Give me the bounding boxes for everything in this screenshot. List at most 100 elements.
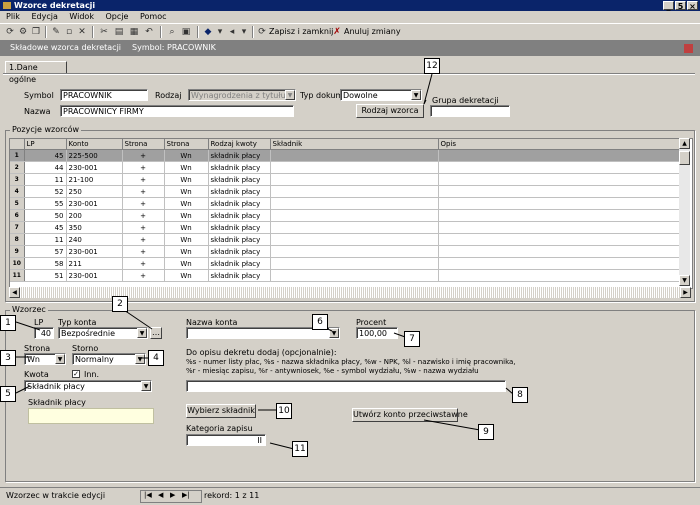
cell-kind[interactable]: składnik płacy <box>208 161 271 174</box>
undo-changes-icon[interactable]: ✗ <box>331 26 343 38</box>
cell-kind[interactable]: składnik płacy <box>208 257 271 270</box>
table-row[interactable]: 8 11 240 + Wn składnik płacy <box>10 233 681 246</box>
account-type-select[interactable]: Bezpośrednie ▼ <box>58 327 148 339</box>
refresh-icon[interactable]: ⟳ <box>4 26 16 38</box>
entry-category-input[interactable]: II <box>186 434 266 446</box>
table-row[interactable]: 3 11 21-100 + Wn składnik płacy <box>10 173 681 186</box>
cell-kind[interactable]: składnik płacy <box>208 197 271 210</box>
column-header-kind[interactable]: Rodzaj kwoty <box>208 139 271 150</box>
cell-lp[interactable]: 55 <box>24 197 67 210</box>
cell-component[interactable] <box>270 257 439 270</box>
cell-account[interactable]: 240 <box>66 233 123 246</box>
cell-component[interactable] <box>270 197 439 210</box>
save-and-close-button[interactable]: Zapisz i zamknij <box>269 27 333 37</box>
previous-record-icon[interactable]: ◂ <box>226 26 238 38</box>
cell-side[interactable]: Wn <box>164 233 209 246</box>
first-record-icon[interactable]: |◀ <box>144 491 152 499</box>
row-indicator[interactable]: 11 <box>10 269 25 282</box>
prev-record-icon[interactable]: ◀ <box>158 491 163 499</box>
undo-icon[interactable]: ↶ <box>143 26 155 38</box>
side-select[interactable]: Wn ▼ <box>24 353 66 365</box>
cell-description[interactable] <box>438 197 681 210</box>
table-row[interactable]: 9 57 230-001 + Wn składnik płacy <box>10 245 681 258</box>
cell-component[interactable] <box>270 173 439 186</box>
cell-description[interactable] <box>438 185 681 198</box>
delete-icon[interactable]: ✕ <box>76 26 88 38</box>
cell-description[interactable] <box>438 257 681 270</box>
table-row[interactable]: 4 52 250 + Wn składnik płacy <box>10 185 681 198</box>
cell-sign[interactable]: + <box>122 161 165 174</box>
copy-icon[interactable]: ❐ <box>30 26 42 38</box>
cell-lp[interactable]: 11 <box>24 173 67 186</box>
cell-kind[interactable]: składnik płacy <box>208 269 271 282</box>
pick-component-button[interactable]: Wybierz składnik <box>186 404 256 418</box>
row-indicator[interactable]: 9 <box>10 245 25 258</box>
paste-icon[interactable]: ▤ <box>113 26 125 38</box>
tab-general[interactable]: 1.Dane ogólne <box>5 61 67 84</box>
storno-select[interactable]: Normalny ▼ <box>72 353 146 365</box>
cell-sign[interactable]: + <box>122 149 165 162</box>
chevron-down-icon[interactable]: ▾ <box>238 26 250 38</box>
cell-account[interactable]: 200 <box>66 209 123 222</box>
cell-component[interactable] <box>270 245 439 258</box>
form-close-icon[interactable] <box>684 44 693 53</box>
kind-button[interactable]: Rodzaj wzorca <box>356 104 424 118</box>
print-preview-icon[interactable]: ▣ <box>180 26 192 38</box>
table-row[interactable]: 6 50 200 + Wn składnik płacy <box>10 209 681 222</box>
gear-icon[interactable]: ⚙ <box>17 26 29 38</box>
scroll-right-icon[interactable]: ▶ <box>680 287 691 298</box>
cell-lp[interactable]: 51 <box>24 269 67 282</box>
chevron-down-icon[interactable]: ▼ <box>135 354 145 364</box>
next-record-icon[interactable]: ◆ <box>202 26 214 38</box>
cell-lp[interactable]: 50 <box>24 209 67 222</box>
chevron-down-icon[interactable]: ▼ <box>329 328 339 338</box>
find-icon[interactable]: ⌕ <box>166 26 178 38</box>
undo-changes-button[interactable]: Anuluj zmiany <box>344 27 401 37</box>
name-input[interactable]: PRACOWNICY FIRMY <box>60 105 294 117</box>
type-select[interactable]: Wynagrodzenia z tytułu umowy▼ <box>188 89 296 101</box>
chevron-down-icon[interactable]: ▼ <box>285 90 295 100</box>
create-counter-account-button[interactable]: Utwórz konto przeciwstawne <box>352 408 468 422</box>
positions-grid[interactable]: LP Konto Strona Strona Rodzaj kwoty Skła… <box>9 138 693 289</box>
row-indicator[interactable]: 1 <box>10 149 25 162</box>
row-indicator[interactable]: 5 <box>10 197 25 210</box>
new-document-icon[interactable]: ▫ <box>63 26 75 38</box>
minimize-button[interactable]: _ <box>663 1 674 11</box>
percent-input[interactable]: 100,00 <box>356 327 398 339</box>
scroll-left-icon[interactable]: ◀ <box>9 287 20 298</box>
chevron-down-icon[interactable]: ▼ <box>141 381 151 391</box>
close-button[interactable]: × <box>687 1 698 11</box>
last-record-icon[interactable]: ▶| <box>182 491 190 499</box>
row-indicator[interactable]: 7 <box>10 221 25 234</box>
description-input[interactable] <box>186 380 506 392</box>
cell-side[interactable]: Wn <box>164 209 209 222</box>
cell-component[interactable] <box>270 185 439 198</box>
cell-side[interactable]: Wn <box>164 245 209 258</box>
cell-component[interactable] <box>270 221 439 234</box>
cell-sign[interactable]: + <box>122 245 165 258</box>
cell-lp[interactable]: 52 <box>24 185 67 198</box>
table-row[interactable]: 1 45 225-500 + Wn składnik płacy <box>10 149 681 162</box>
menu-view[interactable]: Widok <box>69 12 94 21</box>
cell-side[interactable]: Wn <box>164 257 209 270</box>
cell-description[interactable] <box>438 221 681 234</box>
cell-component[interactable] <box>270 149 439 162</box>
chevron-down-icon[interactable]: ▼ <box>55 354 65 364</box>
amount-kind-select[interactable]: Składnik płacy ▼ <box>24 380 152 392</box>
cell-kind[interactable]: składnik płacy <box>208 245 271 258</box>
column-header-account[interactable]: Konto <box>66 139 123 150</box>
menu-help[interactable]: Pomoc <box>140 12 167 21</box>
cell-lp[interactable]: 58 <box>24 257 67 270</box>
cell-component[interactable] <box>270 233 439 246</box>
cell-component[interactable] <box>270 209 439 222</box>
other-checkbox[interactable]: ✓ <box>72 370 80 378</box>
cell-side[interactable]: Wn <box>164 149 209 162</box>
cell-lp[interactable]: 44 <box>24 161 67 174</box>
vertical-scrollbar[interactable]: ▲ ▼ <box>679 138 690 286</box>
scroll-up-icon[interactable]: ▲ <box>679 138 690 149</box>
group-input[interactable] <box>430 105 510 117</box>
cell-account[interactable]: 230-001 <box>66 161 123 174</box>
column-header-description[interactable]: Opis <box>438 139 681 150</box>
table-row[interactable]: 2 44 230-001 + Wn składnik płacy <box>10 161 681 174</box>
row-indicator[interactable]: 8 <box>10 233 25 246</box>
